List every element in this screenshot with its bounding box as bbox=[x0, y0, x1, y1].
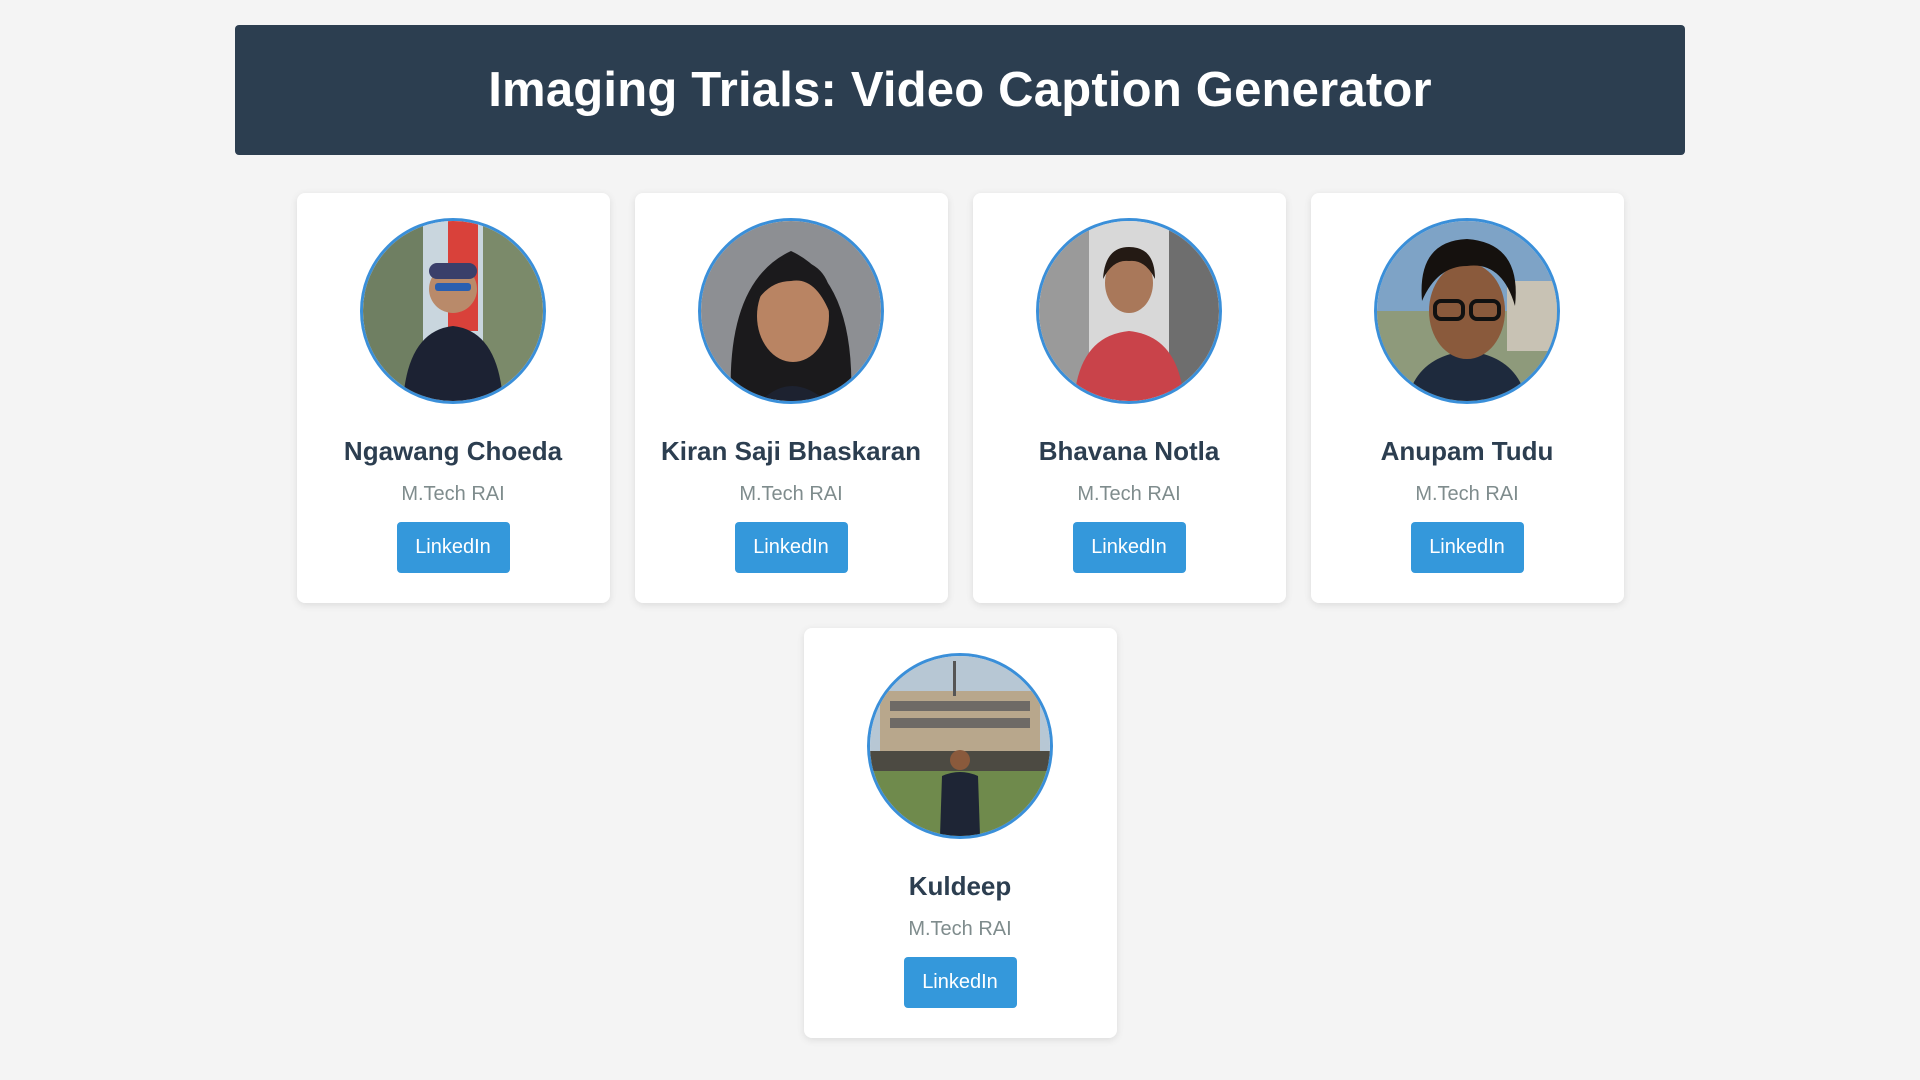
person-portrait-icon bbox=[1039, 221, 1219, 401]
avatar bbox=[1036, 218, 1222, 404]
team-card: Kuldeep M.Tech RAI LinkedIn bbox=[803, 628, 1117, 1038]
member-role: M.Tech RAI bbox=[401, 483, 505, 505]
member-role: M.Tech RAI bbox=[908, 918, 1012, 940]
team-card: Bhavana Notla M.Tech RAI LinkedIn bbox=[972, 193, 1286, 603]
person-portrait-icon bbox=[870, 656, 1050, 836]
member-name: Ngawang Choeda bbox=[343, 436, 563, 466]
linkedin-button[interactable]: LinkedIn bbox=[396, 522, 510, 573]
team-row-2: Kuldeep M.Tech RAI LinkedIn bbox=[0, 628, 1920, 1038]
team-card: Anupam Tudu M.Tech RAI LinkedIn bbox=[1310, 193, 1624, 603]
page-title: Imaging Trials: Video Caption Generator bbox=[488, 63, 1432, 117]
page-header: Imaging Trials: Video Caption Generator bbox=[235, 25, 1685, 155]
member-name: Kiran Saji Bhaskaran bbox=[660, 436, 922, 466]
linkedin-button[interactable]: LinkedIn bbox=[1410, 522, 1524, 573]
page: Imaging Trials: Video Caption Generator bbox=[0, 0, 1920, 1080]
avatar bbox=[867, 653, 1053, 839]
avatar bbox=[698, 218, 884, 404]
avatar bbox=[1374, 218, 1560, 404]
member-role: M.Tech RAI bbox=[1415, 483, 1519, 505]
person-portrait-icon bbox=[701, 221, 881, 401]
avatar bbox=[360, 218, 546, 404]
team-card: Ngawang Choeda M.Tech RAI LinkedIn bbox=[296, 193, 610, 603]
team-row-1: Ngawang Choeda M.Tech RAI LinkedIn Kiran… bbox=[0, 193, 1920, 603]
member-name: Anupam Tudu bbox=[1380, 436, 1554, 466]
person-portrait-icon bbox=[1377, 221, 1557, 401]
team-section: Ngawang Choeda M.Tech RAI LinkedIn Kiran… bbox=[0, 193, 1920, 1063]
linkedin-button[interactable]: LinkedIn bbox=[1072, 522, 1186, 573]
member-role: M.Tech RAI bbox=[739, 483, 843, 505]
member-role: M.Tech RAI bbox=[1077, 483, 1181, 505]
linkedin-button[interactable]: LinkedIn bbox=[734, 522, 848, 573]
member-name: Bhavana Notla bbox=[1038, 436, 1220, 466]
member-name: Kuldeep bbox=[908, 871, 1012, 901]
team-card: Kiran Saji Bhaskaran M.Tech RAI LinkedIn bbox=[634, 193, 948, 603]
person-portrait-icon bbox=[363, 221, 543, 401]
linkedin-button[interactable]: LinkedIn bbox=[903, 957, 1017, 1008]
